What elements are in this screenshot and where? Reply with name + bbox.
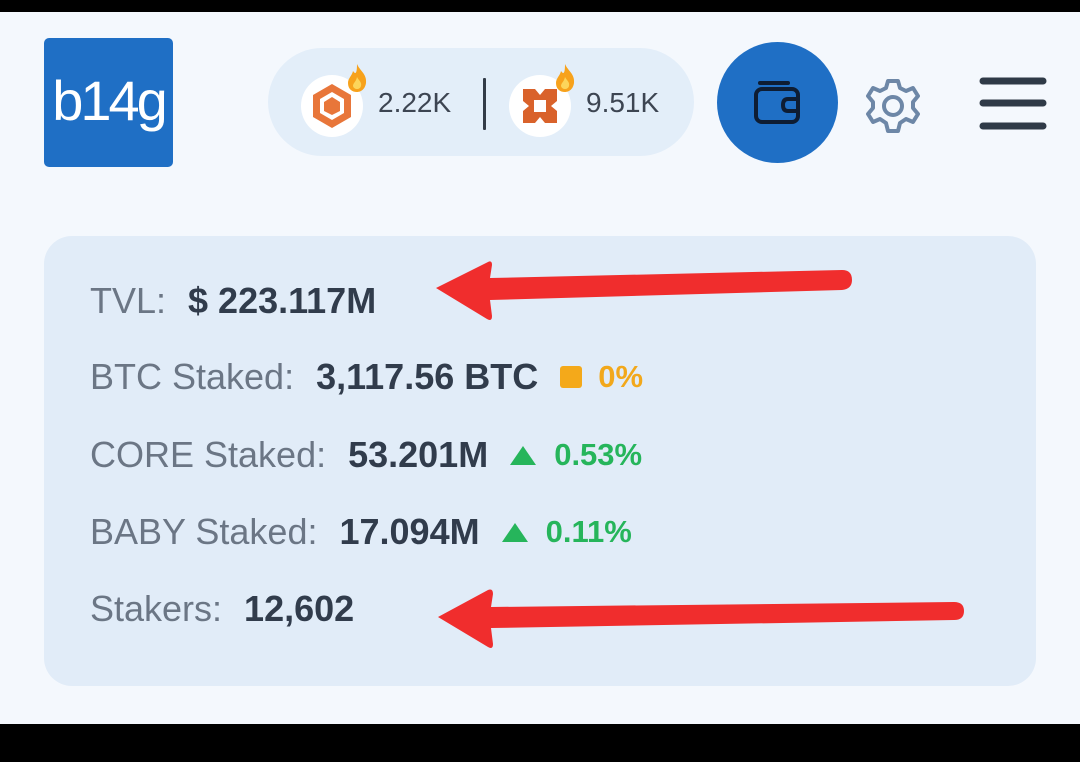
baby-change: 0.11% <box>501 514 632 550</box>
hamburger-menu-icon <box>979 77 1047 130</box>
annotation-arrow-tvl <box>436 261 852 320</box>
core-change: 0.53% <box>510 437 642 473</box>
core-staked-row: CORE Staked: 53.201M 0.53% <box>90 434 642 476</box>
stakers-value: 12,602 <box>244 588 355 629</box>
up-triangle-icon <box>510 445 537 465</box>
logo-text: b14g <box>52 69 168 132</box>
core-change-value: 0.53% <box>554 437 643 472</box>
fire-icon <box>348 64 367 92</box>
tvl-value: $ 223.117M <box>188 280 377 321</box>
core-coin-icon <box>301 64 367 137</box>
core-staked-value: 53.201M <box>348 434 489 475</box>
menu-button[interactable] <box>978 75 1048 133</box>
settings-button[interactable] <box>860 73 926 139</box>
wallet-button[interactable] <box>717 42 838 163</box>
btc-staked-value: 3,117.56 BTC <box>316 356 539 397</box>
up-triangle-icon <box>501 522 528 542</box>
baby-staked-value: 17.094M <box>339 511 480 552</box>
tvl-label: TVL: <box>90 280 167 321</box>
b14g-logo[interactable]: b14g <box>44 38 173 167</box>
neutral-square-icon <box>560 366 583 388</box>
stats-pill[interactable]: 2.22K 9.51K <box>268 48 694 156</box>
stakers-row: Stakers: 12,602 <box>90 588 354 630</box>
core-staked-label: CORE Staked: <box>90 434 327 475</box>
tvl-row: TVL: $ 223.117M <box>90 280 376 322</box>
babylon-coin-icon <box>509 64 575 137</box>
babylon-count: 9.51K <box>586 87 660 118</box>
stakers-label: Stakers: <box>90 588 223 629</box>
btc-change-value: 0% <box>598 359 644 394</box>
baby-change-value: 0.11% <box>545 514 632 549</box>
gear-icon <box>866 79 920 133</box>
annotation-arrow-stakers <box>438 589 964 648</box>
btc-change: 0% <box>560 359 643 395</box>
baby-staked-row: BABY Staked: 17.094M 0.11% <box>90 511 632 553</box>
fire-icon <box>556 64 575 92</box>
core-count: 2.22K <box>378 87 452 118</box>
app-screen: b14g 2.22K 9.51K TVL: $ 223.117M BTC Sta… <box>0 12 1080 724</box>
wallet-icon <box>753 80 800 124</box>
btc-staked-label: BTC Staked: <box>90 356 295 397</box>
stats-divider <box>483 78 486 130</box>
btc-staked-row: BTC Staked: 3,117.56 BTC 0% <box>90 356 643 398</box>
baby-staked-label: BABY Staked: <box>90 511 318 552</box>
